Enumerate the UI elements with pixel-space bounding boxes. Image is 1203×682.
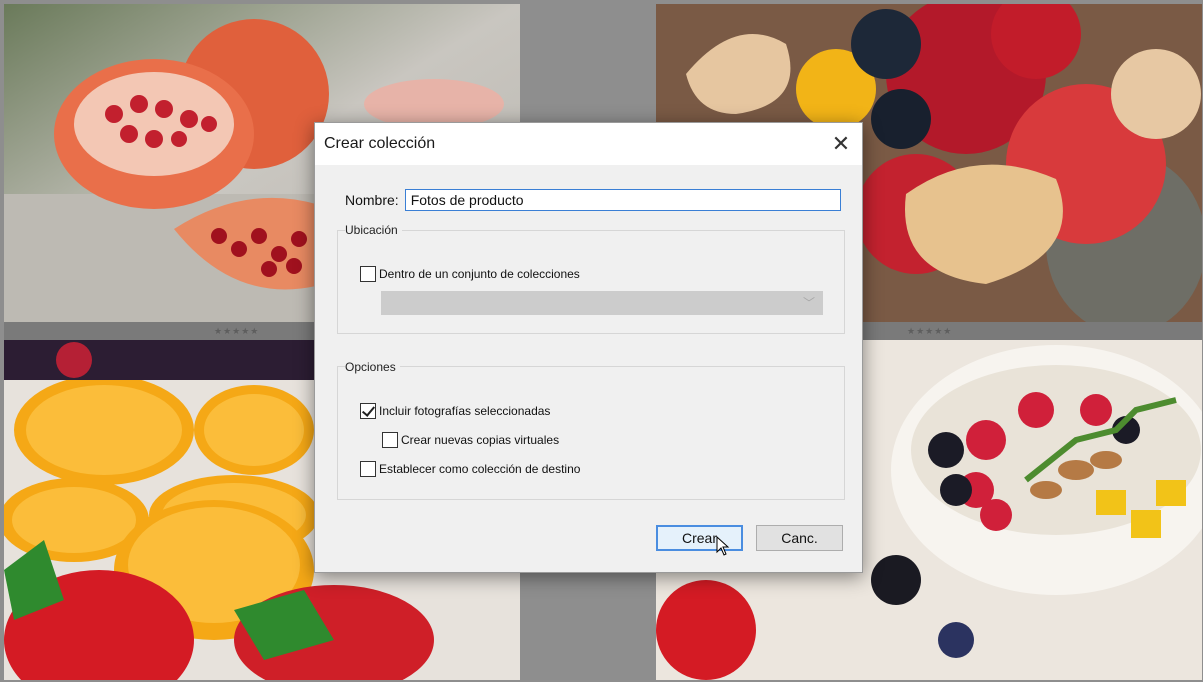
target-collection-checkbox[interactable] bbox=[360, 461, 376, 477]
target-collection-checkbox-row[interactable]: Establecer como colección de destino bbox=[360, 461, 580, 477]
options-group-label: Opciones bbox=[345, 360, 400, 374]
include-selected-checkbox-row[interactable]: Incluir fotografías seleccionadas bbox=[360, 403, 550, 419]
inside-set-label: Dentro de un conjunto de colecciones bbox=[379, 267, 580, 281]
dialog-title: Crear colección bbox=[324, 135, 436, 152]
virtual-copies-label: Crear nuevas copias virtuales bbox=[401, 433, 560, 447]
mouse-cursor-icon bbox=[716, 536, 730, 556]
virtual-copies-checkbox-row[interactable]: Crear nuevas copias virtuales bbox=[382, 432, 559, 448]
target-collection-label: Establecer como colección de destino bbox=[379, 462, 581, 476]
collection-set-select: ﹀ bbox=[381, 291, 823, 315]
name-label: Nombre: bbox=[345, 192, 399, 208]
inside-set-checkbox[interactable] bbox=[360, 266, 376, 282]
name-row: Nombre: bbox=[345, 189, 841, 211]
inside-set-checkbox-row[interactable]: Dentro de un conjunto de colecciones bbox=[360, 266, 580, 282]
name-input[interactable] bbox=[404, 189, 841, 211]
create-collection-dialog: Crear colección ✕ Nombre: Ubicación Dent… bbox=[314, 122, 863, 573]
dialog-titlebar[interactable]: Crear colección ✕ bbox=[315, 123, 862, 165]
rating-stars[interactable]: ★★★★★ bbox=[214, 324, 259, 338]
cancel-button[interactable]: Canc. bbox=[756, 525, 843, 551]
include-selected-label: Incluir fotografías seleccionadas bbox=[379, 404, 551, 418]
virtual-copies-checkbox[interactable] bbox=[382, 432, 398, 448]
location-group-label: Ubicación bbox=[345, 223, 402, 237]
rating-stars[interactable]: ★★★★★ bbox=[907, 324, 952, 338]
close-icon[interactable]: ✕ bbox=[826, 129, 856, 159]
include-selected-checkbox[interactable] bbox=[360, 403, 376, 419]
chevron-down-icon: ﹀ bbox=[802, 296, 815, 310]
location-group bbox=[337, 230, 845, 334]
